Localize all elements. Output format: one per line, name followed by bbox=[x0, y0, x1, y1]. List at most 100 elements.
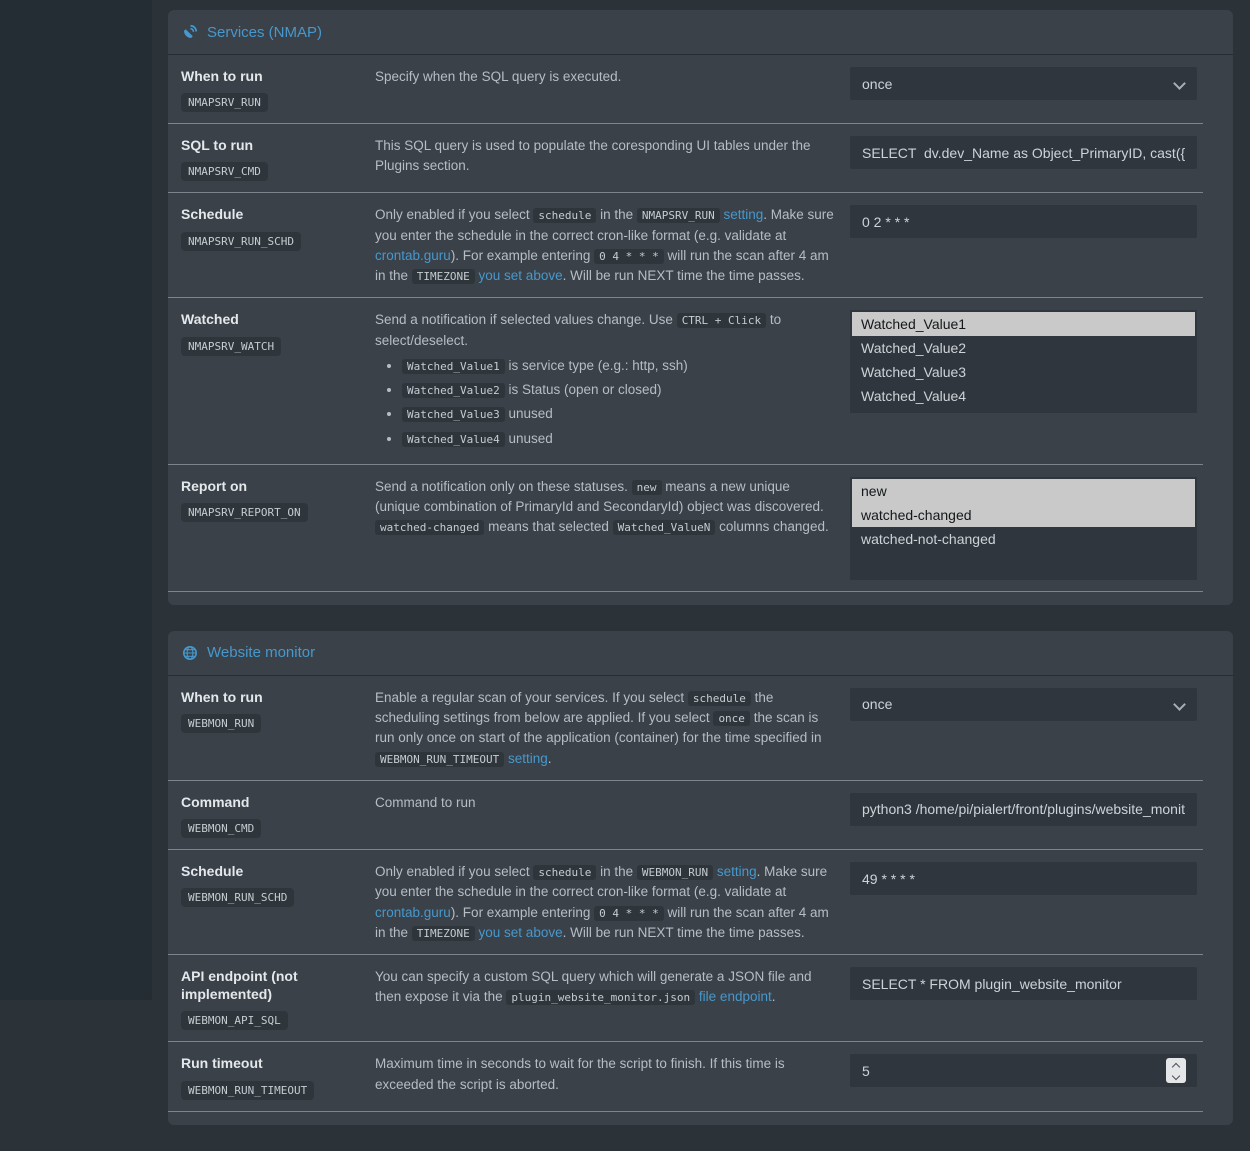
description-text: is Status (open or closed) bbox=[505, 382, 662, 397]
bullet-item: Watched_Value2 is Status (open or closed… bbox=[402, 380, 834, 400]
panel-title: Website monitor bbox=[207, 644, 315, 661]
inline-code: 0 4 * * * bbox=[594, 906, 664, 921]
setting-row: WatchedNMAPSRV_WATCHSend a notification … bbox=[168, 298, 1203, 465]
setting-label-column: API endpoint (not implemented)WEBMON_API… bbox=[168, 967, 375, 1030]
setting-control bbox=[850, 793, 1197, 838]
description-text: in the bbox=[596, 207, 637, 222]
text-input[interactable] bbox=[850, 793, 1197, 826]
setting-label: Command bbox=[181, 793, 375, 811]
setting-description: Send a notification if selected values c… bbox=[375, 310, 850, 453]
description-text: Only enabled if you select bbox=[375, 864, 533, 879]
setting-key-badge: NMAPSRV_REPORT_ON bbox=[181, 503, 308, 522]
multiselect-option[interactable]: Watched_Value1 bbox=[852, 312, 1195, 336]
multiselect-option[interactable]: watched-not-changed bbox=[852, 527, 1195, 551]
spinner-up-icon[interactable] bbox=[1172, 1063, 1180, 1071]
setting-row: API endpoint (not implemented)WEBMON_API… bbox=[168, 955, 1203, 1042]
spinner-down-icon[interactable] bbox=[1172, 1072, 1180, 1080]
setting-label-column: Report on NMAPSRV_REPORT_ON bbox=[168, 477, 375, 580]
description-text: in the bbox=[596, 864, 637, 879]
description-link[interactable]: crontab.guru bbox=[375, 905, 451, 920]
inline-code: Watched_Value1 bbox=[402, 359, 505, 374]
setting-control: once bbox=[850, 67, 1197, 112]
description-link[interactable]: crontab.guru bbox=[375, 248, 451, 263]
description-link[interactable]: file endpoint bbox=[699, 989, 772, 1004]
description-text: Only enabled if you select bbox=[375, 207, 533, 222]
setting-row: SQL to runNMAPSRV_CMDThis SQL query is u… bbox=[168, 124, 1203, 193]
multiselect-option[interactable]: Watched_Value3 bbox=[852, 360, 1195, 384]
chevron-down-icon bbox=[1173, 77, 1186, 90]
setting-label: SQL to run bbox=[181, 136, 375, 154]
setting-control bbox=[850, 862, 1197, 943]
description-text: Send a notification only on these status… bbox=[375, 479, 632, 494]
description-text: columns changed. bbox=[715, 519, 828, 534]
text-input[interactable] bbox=[850, 205, 1197, 238]
setting-description: Only enabled if you select schedule in t… bbox=[375, 862, 850, 943]
multiselect-option[interactable]: Watched_Value2 bbox=[852, 336, 1195, 360]
panel-header: Website monitor bbox=[168, 631, 1233, 676]
description-link[interactable]: setting bbox=[508, 751, 548, 766]
number-field bbox=[850, 1054, 1197, 1087]
setting-key-badge: WEBMON_API_SQL bbox=[181, 1011, 288, 1030]
setting-row: When to runWEBMON_RUNEnable a regular sc… bbox=[168, 676, 1203, 781]
setting-key-badge: NMAPSRV_RUN_SCHD bbox=[181, 232, 301, 251]
number-input[interactable] bbox=[850, 1054, 1197, 1087]
globe-icon bbox=[182, 645, 198, 661]
description-text: unused bbox=[505, 431, 553, 446]
panel-services-nmap: Services (NMAP)When to runNMAPSRV_RUNSpe… bbox=[168, 10, 1233, 605]
text-input[interactable] bbox=[850, 967, 1197, 1000]
description-text: . bbox=[548, 751, 552, 766]
inline-code: WEBMON_RUN bbox=[637, 865, 713, 880]
setting-label-column: ScheduleNMAPSRV_RUN_SCHD bbox=[168, 205, 375, 286]
description-link[interactable]: you set above bbox=[479, 925, 563, 940]
description-text: ). For example entering bbox=[451, 248, 594, 263]
description-text: Maximum time in seconds to wait for the … bbox=[375, 1056, 785, 1091]
select-input[interactable]: once bbox=[850, 67, 1197, 100]
multiselect-option[interactable]: watched-changed bbox=[852, 503, 1195, 527]
setting-control: Watched_Value1Watched_Value2Watched_Valu… bbox=[850, 310, 1197, 453]
setting-key-badge: WEBMON_RUN_SCHD bbox=[181, 888, 294, 907]
setting-label-column: ScheduleWEBMON_RUN_SCHD bbox=[168, 862, 375, 943]
setting-description: Only enabled if you select schedule in t… bbox=[375, 205, 850, 286]
number-spinner[interactable] bbox=[1166, 1058, 1186, 1083]
setting-row: When to runNMAPSRV_RUNSpecify when the S… bbox=[168, 55, 1203, 124]
setting-label-column: When to runNMAPSRV_RUN bbox=[168, 67, 375, 112]
text-input[interactable] bbox=[850, 136, 1197, 169]
bullet-list: Watched_Value1 is service type (e.g.: ht… bbox=[375, 356, 834, 449]
setting-label-column: WatchedNMAPSRV_WATCH bbox=[168, 310, 375, 453]
description-link[interactable]: setting bbox=[723, 207, 763, 222]
setting-key-badge: WEBMON_RUN_TIMEOUT bbox=[181, 1081, 314, 1100]
description-text: ). For example entering bbox=[451, 905, 594, 920]
satellite-dish-icon bbox=[182, 24, 198, 40]
multiselect-listbox: newwatched-changedwatched-not-changed bbox=[850, 477, 1197, 580]
description-link[interactable]: setting bbox=[717, 864, 757, 879]
setting-description: Command to run bbox=[375, 793, 850, 838]
description-link[interactable]: you set above bbox=[479, 268, 563, 283]
panel-website-monitor: Website monitor When to run WEBMON_RUN Enab… bbox=[168, 631, 1233, 1125]
setting-description: Specify when the SQL query is executed. bbox=[375, 67, 850, 112]
multiselect-option[interactable]: new bbox=[852, 479, 1195, 503]
inline-code: schedule bbox=[533, 208, 596, 223]
setting-label: Report on bbox=[181, 477, 375, 495]
inline-code: 0 4 * * * bbox=[594, 249, 664, 264]
setting-description: Enable a regular scan of your services. … bbox=[375, 688, 850, 769]
inline-code: NMAPSRV_RUN bbox=[637, 208, 720, 223]
inline-code: Watched_Value4 bbox=[402, 432, 505, 447]
select-value: once bbox=[862, 76, 892, 92]
setting-control bbox=[850, 967, 1197, 1030]
setting-key-badge: WEBMON_CMD bbox=[181, 819, 261, 838]
description-text: . Will be run NEXT time the time passes. bbox=[563, 925, 805, 940]
text-input[interactable] bbox=[850, 862, 1197, 895]
description-text: means that selected bbox=[484, 519, 612, 534]
bullet-item: Watched_Value1 is service type (e.g.: ht… bbox=[402, 356, 834, 376]
description-text: Send a notification if selected values c… bbox=[375, 312, 677, 327]
setting-label: When to run bbox=[181, 688, 375, 706]
description-text: Enable a regular scan of your services. … bbox=[375, 690, 688, 705]
select-input[interactable]: once bbox=[850, 688, 1197, 721]
settings-rows: When to run WEBMON_RUN Enable a regular sc… bbox=[168, 676, 1233, 1125]
inline-code: watched-changed bbox=[375, 520, 484, 535]
setting-key-badge: NMAPSRV_RUN bbox=[181, 93, 268, 112]
setting-control: newwatched-changedwatched-not-changed bbox=[850, 477, 1197, 580]
multiselect-option[interactable]: Watched_Value4 bbox=[852, 384, 1195, 408]
setting-control bbox=[850, 136, 1197, 181]
setting-description: Maximum time in seconds to wait for the … bbox=[375, 1054, 850, 1099]
